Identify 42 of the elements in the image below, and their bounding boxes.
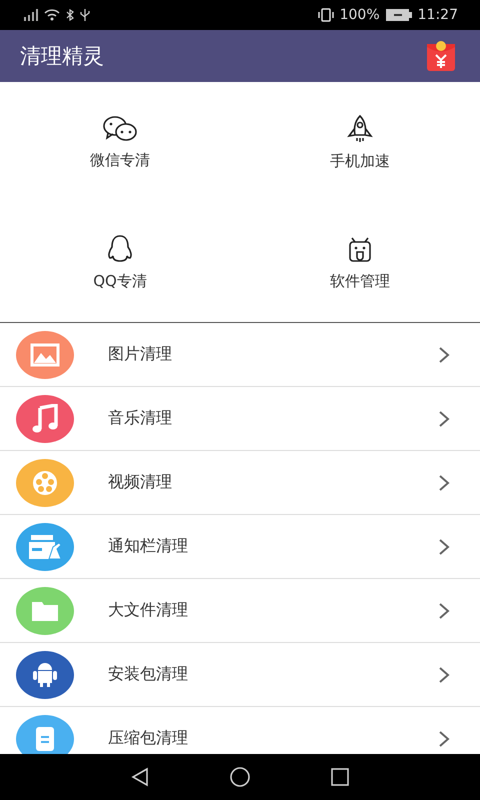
chevron-right-icon [438,474,450,492]
penguin-icon [106,234,134,264]
bluetooth-icon [66,9,74,21]
battery-percent: 100% [340,7,380,23]
item-label: 视频清理 [108,472,173,493]
rocket-icon [345,114,375,144]
android-icon [32,660,58,688]
gift-envelope-icon[interactable] [426,40,456,72]
item-label: 图片清理 [108,344,173,365]
item-label: 安装包清理 [108,664,189,685]
chat-icon [102,114,138,142]
chevron-right-icon [438,602,450,620]
image-icon [30,342,60,366]
usb-icon [80,9,90,21]
signal-icon [24,9,38,21]
recents-icon[interactable] [330,767,350,787]
list-item[interactable]: 图片清理 [0,323,480,387]
home-icon[interactable] [228,766,251,788]
battery-icon [386,9,412,21]
music-note-icon [31,404,59,434]
item-label: 大文件清理 [108,600,189,621]
chevron-right-icon [438,538,450,556]
list-item[interactable]: 安装包清理 [0,643,480,707]
list-item[interactable]: 通知栏清理 [0,515,480,579]
film-reel-icon [31,468,59,496]
item-label: 压缩包清理 [108,728,189,749]
wifi-icon [44,9,60,21]
chevron-right-icon [438,346,450,364]
app-title: 清理精灵 [20,43,105,70]
list-item[interactable]: 大文件清理 [0,579,480,643]
document-icon [33,724,57,752]
back-icon[interactable] [130,767,150,787]
chevron-right-icon [438,730,450,748]
clock: 11:27 [418,7,458,23]
chevron-right-icon [438,666,450,684]
notification-bar-icon [27,532,63,560]
list-item[interactable]: 音乐清理 [0,387,480,451]
vibrate-icon [318,8,334,22]
chevron-right-icon [438,410,450,428]
item-label: 通知栏清理 [108,536,189,557]
item-label: 音乐清理 [108,408,173,429]
list-item[interactable]: 视频清理 [0,451,480,515]
